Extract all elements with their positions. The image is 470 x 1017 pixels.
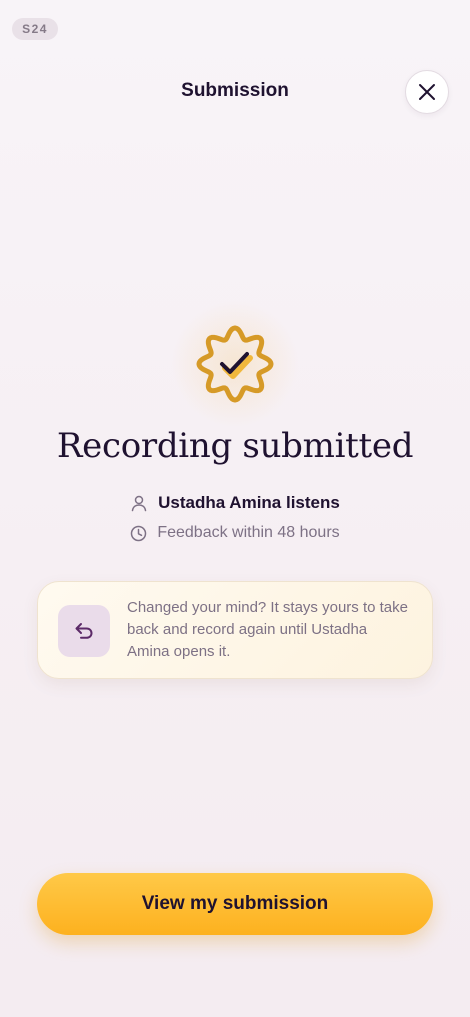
teacher-label: Ustadha Amina listens xyxy=(158,493,340,512)
feedback-label: Feedback within 48 hours xyxy=(157,524,340,541)
teacher-row: Ustadha Amina listens xyxy=(0,493,470,513)
person-icon xyxy=(131,495,147,512)
verified-badge-icon xyxy=(196,325,274,403)
close-button[interactable] xyxy=(405,70,449,114)
screen-tag: S24 xyxy=(12,18,58,40)
status-heading: Recording submitted xyxy=(56,426,414,466)
page-title: Submission xyxy=(181,80,289,101)
feedback-row: Feedback within 48 hours xyxy=(0,524,470,542)
undo-arrow-icon xyxy=(75,623,93,639)
view-submission-button[interactable]: View my submission xyxy=(37,873,433,935)
close-icon xyxy=(419,84,435,100)
clock-icon xyxy=(131,525,147,541)
submission-screen: S24 Submission Recording submitted Ustad… xyxy=(0,0,470,1017)
take-back-text: Changed your mind? It stays yours to tak… xyxy=(127,599,408,660)
take-back-card: Changed your mind? It stays yours to tak… xyxy=(37,581,433,679)
undo-button[interactable] xyxy=(58,605,110,657)
